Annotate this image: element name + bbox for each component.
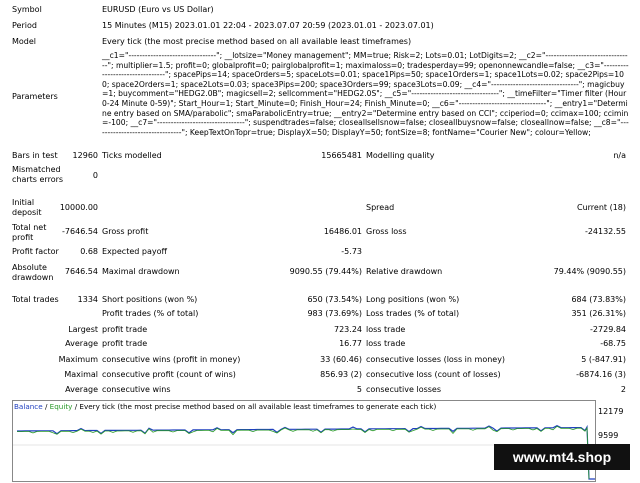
bars-value: 12960	[72, 151, 98, 160]
lt-label: Loss trades (% of total)	[366, 309, 460, 318]
average-lt-value: -68.75	[600, 339, 626, 348]
long-value: 684 (73.83%)	[571, 295, 626, 304]
gross-loss-label: Gross loss	[366, 227, 407, 236]
period-value: 15 Minutes (M15) 2023.01.01 22:04 - 2023…	[102, 21, 434, 30]
rel-dd-label: Relative drawdown	[366, 267, 443, 276]
max-dd-label: Maximal drawdown	[102, 267, 180, 276]
rel-dd-value: 79.44% (9090.55)	[553, 267, 626, 276]
spread-value: Current (18)	[576, 203, 626, 212]
maximum-label: Maximum	[58, 355, 98, 364]
pf-label: Profit factor	[12, 247, 59, 256]
ticks-value: 15665481	[321, 151, 362, 160]
avg-cl-label: consecutive losses	[366, 385, 442, 394]
initial-value: 10000.00	[59, 203, 98, 212]
max-cl-value: 5 (-847.91)	[581, 355, 626, 364]
gross-loss-value: -24132.55	[584, 227, 626, 236]
short-label: Short positions (won %)	[102, 295, 198, 304]
trades-value: 1334	[77, 295, 98, 304]
average-label: Average	[65, 339, 98, 348]
avg-cw-value: 5	[356, 385, 362, 394]
y-label-top: 12179	[598, 407, 624, 416]
abs-dd-value: 7646.54	[64, 267, 98, 276]
model-value: Every tick (the most precise method base…	[102, 37, 412, 46]
maximal-cp-value: 856.93 (2)	[320, 370, 362, 379]
avg-cl-value: 2	[620, 385, 626, 394]
long-label: Long positions (won %)	[366, 295, 460, 304]
graph-title: Balance / Equity / Every tick (the most …	[14, 402, 436, 411]
maximal-cp-label: consecutive profit (count of wins)	[102, 370, 236, 379]
quality-label: Modelling quality	[366, 151, 435, 160]
largest-lt-label: loss trade	[366, 325, 406, 334]
net-value: -7646.54	[62, 227, 98, 236]
largest-label: Largest	[68, 325, 98, 334]
lt-value: 351 (26.31%)	[571, 309, 626, 318]
maximal-cls-value: -6874.16 (3)	[576, 370, 626, 379]
average-lt-label: loss trade	[366, 339, 406, 348]
maximal-cls-label: consecutive loss (count of losses)	[366, 370, 501, 379]
avg-cw-label: consecutive wins	[102, 385, 171, 394]
symbol-label: Symbol	[12, 5, 42, 14]
mismatch-value: 0	[92, 171, 98, 180]
legend-separator: /	[42, 402, 50, 411]
largest-lt-value: -2729.84	[590, 325, 626, 334]
period-label: Period	[12, 21, 37, 30]
watermark-banner: www.mt4.shop	[494, 444, 630, 470]
average-pt-label: profit trade	[102, 339, 148, 348]
short-value: 650 (73.54%)	[307, 295, 362, 304]
average-pt-value: 16.77	[339, 339, 362, 348]
spread-label: Spread	[366, 203, 395, 212]
max-dd-value: 9090.55 (79.44%)	[289, 267, 362, 276]
max-cw-label: consecutive wins (profit in money)	[102, 355, 241, 364]
gross-profit-label: Gross profit	[102, 227, 149, 236]
max-cl-label: consecutive losses (loss in money)	[366, 355, 506, 364]
symbol-value: EURUSD (Euro vs US Dollar)	[102, 5, 214, 14]
max-cw-value: 33 (60.46)	[320, 355, 362, 364]
pt-value: 983 (73.69%)	[307, 309, 362, 318]
pf-value: 0.68	[80, 247, 98, 256]
equity-legend: Equity	[49, 402, 73, 411]
largest-pt-value: 723.24	[334, 325, 362, 334]
graph-title-rest: / Every tick (the most precise method ba…	[72, 402, 437, 411]
y-label-mid: 9599	[598, 431, 619, 440]
parameters-label: Parameters	[12, 92, 58, 101]
gross-profit-value: 16486.01	[323, 227, 362, 236]
trades-label: Total trades	[12, 295, 59, 304]
quality-value: n/a	[613, 151, 626, 160]
average2-label: Average	[65, 385, 98, 394]
largest-pt-label: profit trade	[102, 325, 148, 334]
payoff-value: -5.73	[341, 247, 362, 256]
balance-legend: Balance	[14, 402, 43, 411]
ticks-label: Ticks modelled	[102, 151, 162, 160]
parameters-value: __c1="--------------------------------";…	[102, 51, 629, 137]
bars-label: Bars in test	[12, 151, 58, 160]
maximal-label: Maximal	[64, 370, 98, 379]
pt-label: Profit trades (% of total)	[102, 309, 199, 318]
model-label: Model	[12, 37, 37, 46]
payoff-label: Expected payoff	[102, 247, 167, 256]
